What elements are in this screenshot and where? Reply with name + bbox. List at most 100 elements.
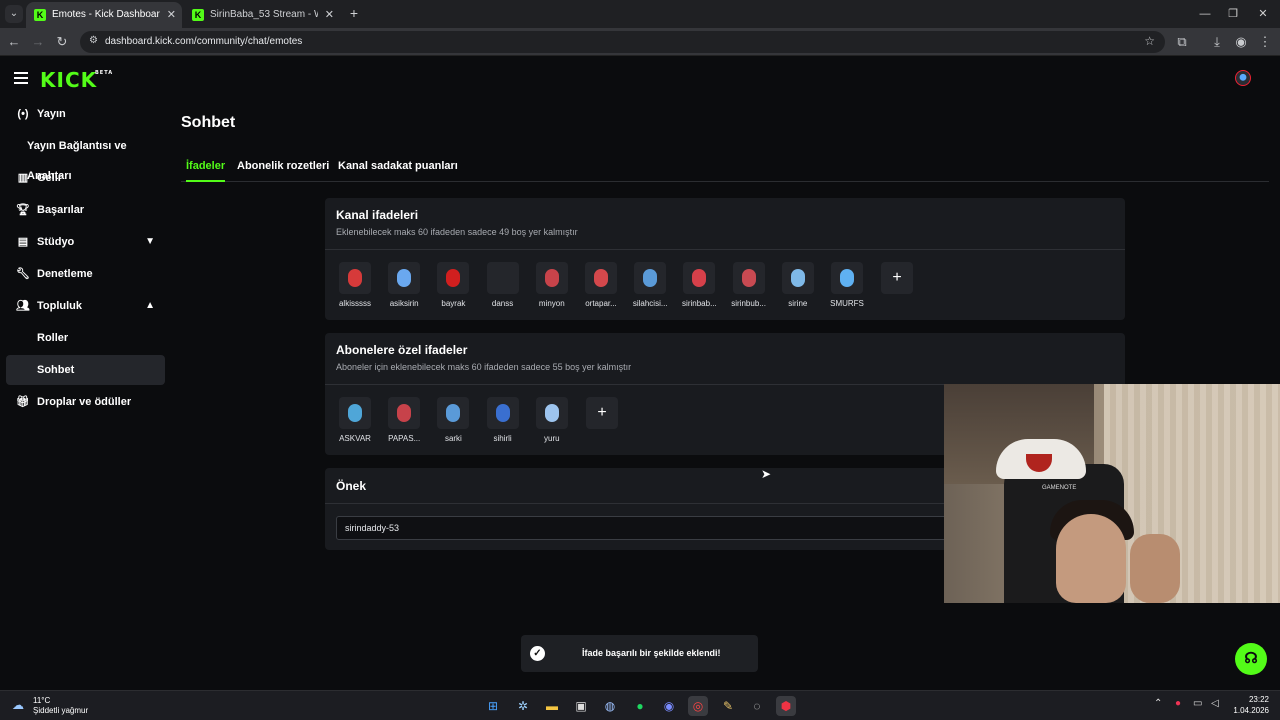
gift-icon: 🎁︎ xyxy=(16,396,30,408)
chair-brand-text: GAMENOTE xyxy=(1042,485,1077,491)
divider xyxy=(325,249,1125,250)
download-icon[interactable]: ⤓ xyxy=(1207,32,1227,52)
mic-icon[interactable]: ● xyxy=(1175,698,1181,709)
forward-arrow-icon[interactable]: → xyxy=(28,32,48,52)
app-icon-2[interactable]: ✎ xyxy=(718,696,738,716)
tab-search-icon[interactable]: ⌄ xyxy=(5,5,23,23)
file-explorer-icon[interactable]: ▬ xyxy=(542,696,562,716)
emote-name: minyon xyxy=(538,299,565,308)
emote-item[interactable]: alkisssss xyxy=(331,262,379,308)
channel-emotes-panel: Kanal ifadeleri Eklenebilecek maks 60 if… xyxy=(325,198,1125,320)
add-emote-button[interactable]: + xyxy=(881,262,913,294)
studio-icon: ▤ xyxy=(17,236,29,248)
sidebar-item-denetleme[interactable]: 🔧︎ Denetleme xyxy=(6,259,165,289)
sidebar-item-sohbet[interactable]: Sohbet xyxy=(6,355,165,385)
emote-name: ortapar... xyxy=(585,299,617,308)
add-sub-emote-button[interactable]: + xyxy=(586,397,618,429)
steam-icon[interactable]: ◍ xyxy=(600,696,620,716)
app-icon-3[interactable]: ◌ xyxy=(747,696,767,716)
sidebar-item-basarilar[interactable]: 🏆︎ Başarılar xyxy=(6,195,165,225)
beta-badge: BETA xyxy=(95,70,114,76)
emote-name: bayrak xyxy=(441,299,466,308)
chrome-icon[interactable]: ◎ xyxy=(688,696,708,716)
help-chat-icon[interactable]: ☊ xyxy=(1235,643,1267,675)
user-avatar[interactable] xyxy=(1235,70,1251,86)
emote-item[interactable]: ASKVAR xyxy=(331,397,379,443)
kick-logo[interactable]: KICK BETA xyxy=(40,68,112,92)
app-icon-4[interactable]: ⬢ xyxy=(776,696,796,716)
sidebar-item-droplar[interactable]: 🎁︎ Droplar ve ödüller xyxy=(6,387,165,417)
emote-item[interactable]: sarki xyxy=(429,397,477,443)
page-title: Sohbet xyxy=(181,114,236,131)
emote-name: ASKVAR xyxy=(339,434,371,443)
sidebar-item-roller[interactable]: Roller xyxy=(6,323,165,353)
emote-item[interactable]: yuru xyxy=(528,397,576,443)
hamburger-menu-icon[interactable] xyxy=(14,72,28,84)
prefix-input[interactable]: sirindaddy-53 xyxy=(336,516,956,540)
emote-item[interactable]: minyon xyxy=(528,262,576,308)
profile-icon[interactable]: ◉ xyxy=(1231,32,1251,52)
tray-chevron-icon[interactable]: ⌃ xyxy=(1154,698,1162,709)
bookmark-star-icon[interactable]: ☆ xyxy=(1144,34,1155,48)
network-icon[interactable]: ▭ xyxy=(1193,698,1202,709)
clock[interactable]: 23:22 1.04.2026 xyxy=(1233,694,1269,716)
discord-icon[interactable]: ◉ xyxy=(659,696,679,716)
emote-item[interactable]: silahcisi... xyxy=(626,262,674,308)
sidebar-item-gelir[interactable]: ▥ Gelir xyxy=(6,163,165,193)
volume-icon[interactable]: ◁ xyxy=(1211,698,1219,709)
emote-name: SMURFS xyxy=(830,299,864,308)
tab-kanal-sadakat[interactable]: Kanal sadakat puanları xyxy=(338,156,458,182)
emote-item[interactable]: asiksirin xyxy=(380,262,428,308)
emote-image xyxy=(339,397,371,429)
sidebar-item-stream-key[interactable]: Yayın Bağlantısı ve Anahtarı xyxy=(6,131,165,182)
menu-dots-icon[interactable]: ⋮ xyxy=(1255,32,1275,52)
address-bar[interactable]: ⚙ dashboard.kick.com/community/chat/emot… xyxy=(80,31,1165,53)
emote-item[interactable]: sihirli xyxy=(479,397,527,443)
chevron-down-icon: ▼ xyxy=(145,236,155,247)
emote-item[interactable]: sirinbub... xyxy=(725,262,773,308)
check-icon: ✓ xyxy=(530,646,545,661)
emote-image xyxy=(535,397,568,429)
browser-tab-stream[interactable]: K SirinBaba_53 Stream - Watch Li ✕ xyxy=(184,2,340,28)
weather-temp: 11°C xyxy=(33,696,51,705)
browser-tab-strip: ⌄ K Emotes - Kick Dashboard ✕ K SirinBab… xyxy=(0,0,1280,28)
tab-abonelik-rozetleri[interactable]: Abonelik rozetleri xyxy=(237,156,329,182)
app-icon-1[interactable]: ✲ xyxy=(513,696,533,716)
tab-title: Emotes - Kick Dashboard xyxy=(52,9,160,20)
emote-name: sarki xyxy=(444,434,462,443)
windows-taskbar: ☁ 11°C Şiddetli yağmur ⊞ ✲ ▬ ▣ ◍ ● ◉ ◎ ✎… xyxy=(0,690,1280,720)
browser-tab-emotes[interactable]: K Emotes - Kick Dashboard ✕ xyxy=(26,2,182,28)
clock-date: 1.04.2026 xyxy=(1233,706,1269,715)
sidebar-item-studyo[interactable]: ▤ Stüdyo ▼ xyxy=(6,227,165,257)
restore-button[interactable]: ❐ xyxy=(1216,0,1250,28)
weather-text: Şiddetli yağmur xyxy=(33,706,89,715)
close-tab-icon[interactable]: ✕ xyxy=(167,2,176,28)
start-windows-icon[interactable]: ⊞ xyxy=(483,696,503,716)
people-icon: 👥︎ xyxy=(16,300,30,312)
close-window-button[interactable]: ✕ xyxy=(1246,0,1280,28)
emote-item[interactable]: ortapar... xyxy=(577,262,625,308)
emote-item[interactable]: sirinbab... xyxy=(675,262,723,308)
sidebar-item-topluluk[interactable]: 👥︎ Topluluk ▲ xyxy=(6,291,165,321)
emote-item[interactable]: PAPAS... xyxy=(380,397,428,443)
reload-icon[interactable]: ↻ xyxy=(52,32,72,52)
close-tab-icon[interactable]: ✕ xyxy=(325,2,334,28)
tab-ifadeler[interactable]: İfadeler xyxy=(186,156,226,182)
spotify-icon[interactable]: ● xyxy=(630,696,650,716)
store-icon[interactable]: ▣ xyxy=(571,696,591,716)
sidebar-item-yayin[interactable]: (•) Yayın xyxy=(6,99,165,129)
emote-item[interactable]: SMURFS xyxy=(823,262,871,308)
new-tab-button[interactable]: + xyxy=(346,5,362,21)
back-arrow-icon[interactable]: ← xyxy=(4,32,24,52)
broadcast-icon: (•) xyxy=(17,108,29,120)
emote-item[interactable]: danss xyxy=(479,262,527,308)
emote-image xyxy=(585,262,617,294)
emote-name: sirinbab... xyxy=(682,299,717,308)
extensions-icon[interactable]: ⧉ xyxy=(1172,32,1192,52)
emote-name: sirine xyxy=(788,299,808,308)
trophy-icon: 🏆︎ xyxy=(16,204,30,216)
emote-item[interactable]: bayrak xyxy=(429,262,477,308)
emote-name: danss xyxy=(491,299,514,308)
site-info-icon[interactable]: ⚙ xyxy=(89,35,98,46)
emote-item[interactable]: sirine xyxy=(774,262,822,308)
